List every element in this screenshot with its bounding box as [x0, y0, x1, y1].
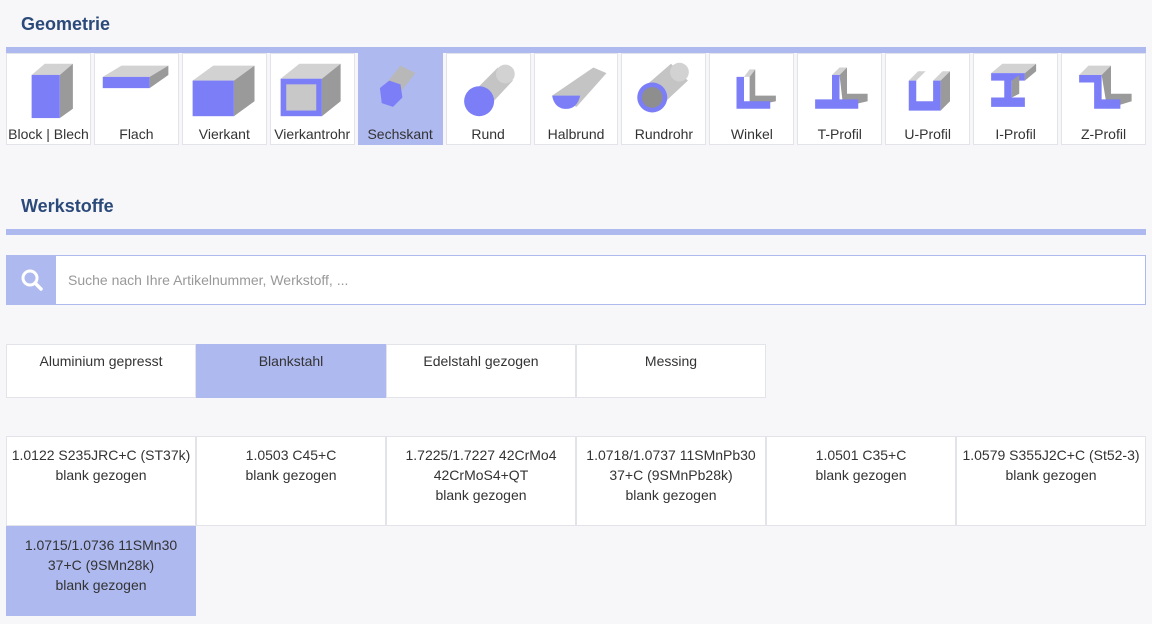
geometry-tile-label: Vierkant — [198, 126, 250, 142]
t-profile-icon — [815, 67, 868, 109]
geometry-tile[interactable]: Flach — [93, 53, 179, 145]
z-profile-icon — [1079, 65, 1132, 109]
material-category-tab[interactable]: Edelstahl gezogen — [386, 344, 576, 398]
geometry-tile[interactable]: Winkel — [709, 53, 795, 145]
half-round-bar-icon — [551, 67, 607, 109]
material-card[interactable]: 1.0579 S355J2C+C (St52-3) blank gezogen — [956, 436, 1146, 526]
geometry-tile[interactable]: Rund — [445, 53, 531, 145]
material-card[interactable]: 1.0715/1.0736 11SMn30 37+C (9SMn28k) blank… — [6, 526, 196, 616]
material-card-line: 1.0122 S235JRC+C (ST37k) — [11, 447, 191, 463]
geometry-tile-label: Rund — [471, 126, 505, 142]
material-card[interactable]: 1.7225/1.7227 42CrMo4 42CrMoS4+QT blank ge… — [386, 436, 576, 526]
geometry-tile-label: I-Profil — [995, 126, 1036, 142]
geometry-tile-label: T-Profil — [817, 126, 862, 142]
material-card-line: 1.7225/1.7227 42CrMo4 — [405, 447, 557, 463]
geometry-tile[interactable]: U-Profil — [885, 53, 971, 145]
search-button[interactable] — [7, 256, 56, 304]
material-card[interactable]: 1.0503 C45+C blank gezogen — [196, 436, 386, 526]
geometry-tile[interactable]: Block | Blech — [6, 53, 91, 145]
geometry-tile[interactable]: Halbrund — [533, 53, 619, 145]
geometry-tile[interactable]: T-Profil — [797, 53, 883, 145]
geometry-tile[interactable]: Sechskant — [357, 53, 443, 145]
geometry-tile[interactable]: Rundrohr — [621, 53, 707, 145]
materials-divider — [6, 229, 1146, 235]
material-card-line: blank gezogen — [1005, 467, 1097, 483]
material-category-tabs: Aluminium gepresst Blankstahl Edelstahl ge… — [6, 344, 766, 398]
angle-profile-icon — [736, 69, 777, 109]
block-icon — [31, 63, 73, 119]
material-card-line: 1.0501 C35+C — [815, 447, 907, 463]
material-card-line: blank gezogen — [625, 487, 717, 503]
material-card-line: 42CrMoS4+QT — [433, 467, 529, 483]
geometry-tile-label: U-Profil — [904, 126, 952, 142]
material-card-line: 37+C (9SMnPb28k) — [609, 467, 733, 483]
geometry-tile-label: Flach — [119, 126, 154, 142]
geometry-tile-label: Block | Blech — [8, 126, 89, 142]
material-category-tab[interactable]: Aluminium gepresst — [6, 344, 196, 398]
square-bar-icon — [192, 65, 255, 117]
hexagon-bar-icon — [379, 65, 416, 107]
geometry-section-title: Geometrie — [21, 14, 111, 34]
material-card[interactable]: 1.0122 S235JRC+C (ST37k) blank gezogen — [6, 436, 196, 526]
geometry-tile-label: Winkel — [730, 126, 773, 142]
geometry-tile[interactable]: I-Profil — [973, 53, 1059, 145]
material-card-line: blank gezogen — [55, 467, 147, 483]
material-card-line: 1.0715/1.0736 11SMn30 — [24, 537, 178, 553]
material-card-line: blank gezogen — [435, 487, 527, 503]
material-grid: 1.0122 S235JRC+C (ST37k) blank gezogen 1.0… — [6, 436, 1146, 616]
i-profile-icon — [991, 63, 1037, 107]
geometry-tile[interactable]: Vierkant — [181, 53, 267, 145]
geometry-tile-label: Z-Profil — [1080, 126, 1127, 142]
material-card-line: 1.0718/1.0737 11SMnPb30 — [586, 447, 756, 463]
geometry-selector: Block | Blech Flach Vierkant Vierkantrohr Se… — [6, 53, 1146, 145]
material-card-line: 1.0579 S355J2C+C (St52-3) — [962, 447, 1140, 463]
round-tube-icon — [637, 62, 690, 113]
geometry-tile-label: Vierkantrohr — [274, 126, 351, 142]
material-card[interactable]: 1.0501 C35+C blank gezogen — [766, 436, 956, 526]
geometry-tile-label: Sechskant — [367, 126, 433, 142]
material-card-line: blank gezogen — [245, 467, 337, 483]
square-tube-icon — [280, 63, 341, 117]
material-category-tab[interactable]: Blankstahl — [196, 344, 386, 398]
material-card-line: 37+C (9SMn28k) — [47, 557, 155, 573]
materials-section-title: Werkstoffe — [21, 196, 114, 216]
round-bar-icon — [463, 64, 515, 117]
geometry-tile-label: Rundrohr — [634, 126, 694, 142]
flat-bar-icon — [102, 65, 169, 89]
material-card-line: blank gezogen — [815, 467, 907, 483]
geometry-tile[interactable]: Z-Profil — [1061, 53, 1146, 145]
material-card-line: 1.0503 C45+C — [245, 447, 337, 463]
material-card[interactable]: 1.0718/1.0737 11SMnPb30 37+C (9SMnPb28k) b… — [576, 436, 766, 526]
u-profile-icon — [908, 71, 951, 111]
search-icon — [21, 269, 43, 291]
geometry-tile[interactable]: Vierkantrohr — [269, 53, 355, 145]
search-input[interactable] — [56, 256, 1145, 304]
material-card-line: blank gezogen — [55, 577, 147, 593]
geometry-tile-label: Halbrund — [547, 126, 605, 142]
material-search — [6, 255, 1146, 305]
material-category-tab[interactable]: Messing — [576, 344, 766, 398]
